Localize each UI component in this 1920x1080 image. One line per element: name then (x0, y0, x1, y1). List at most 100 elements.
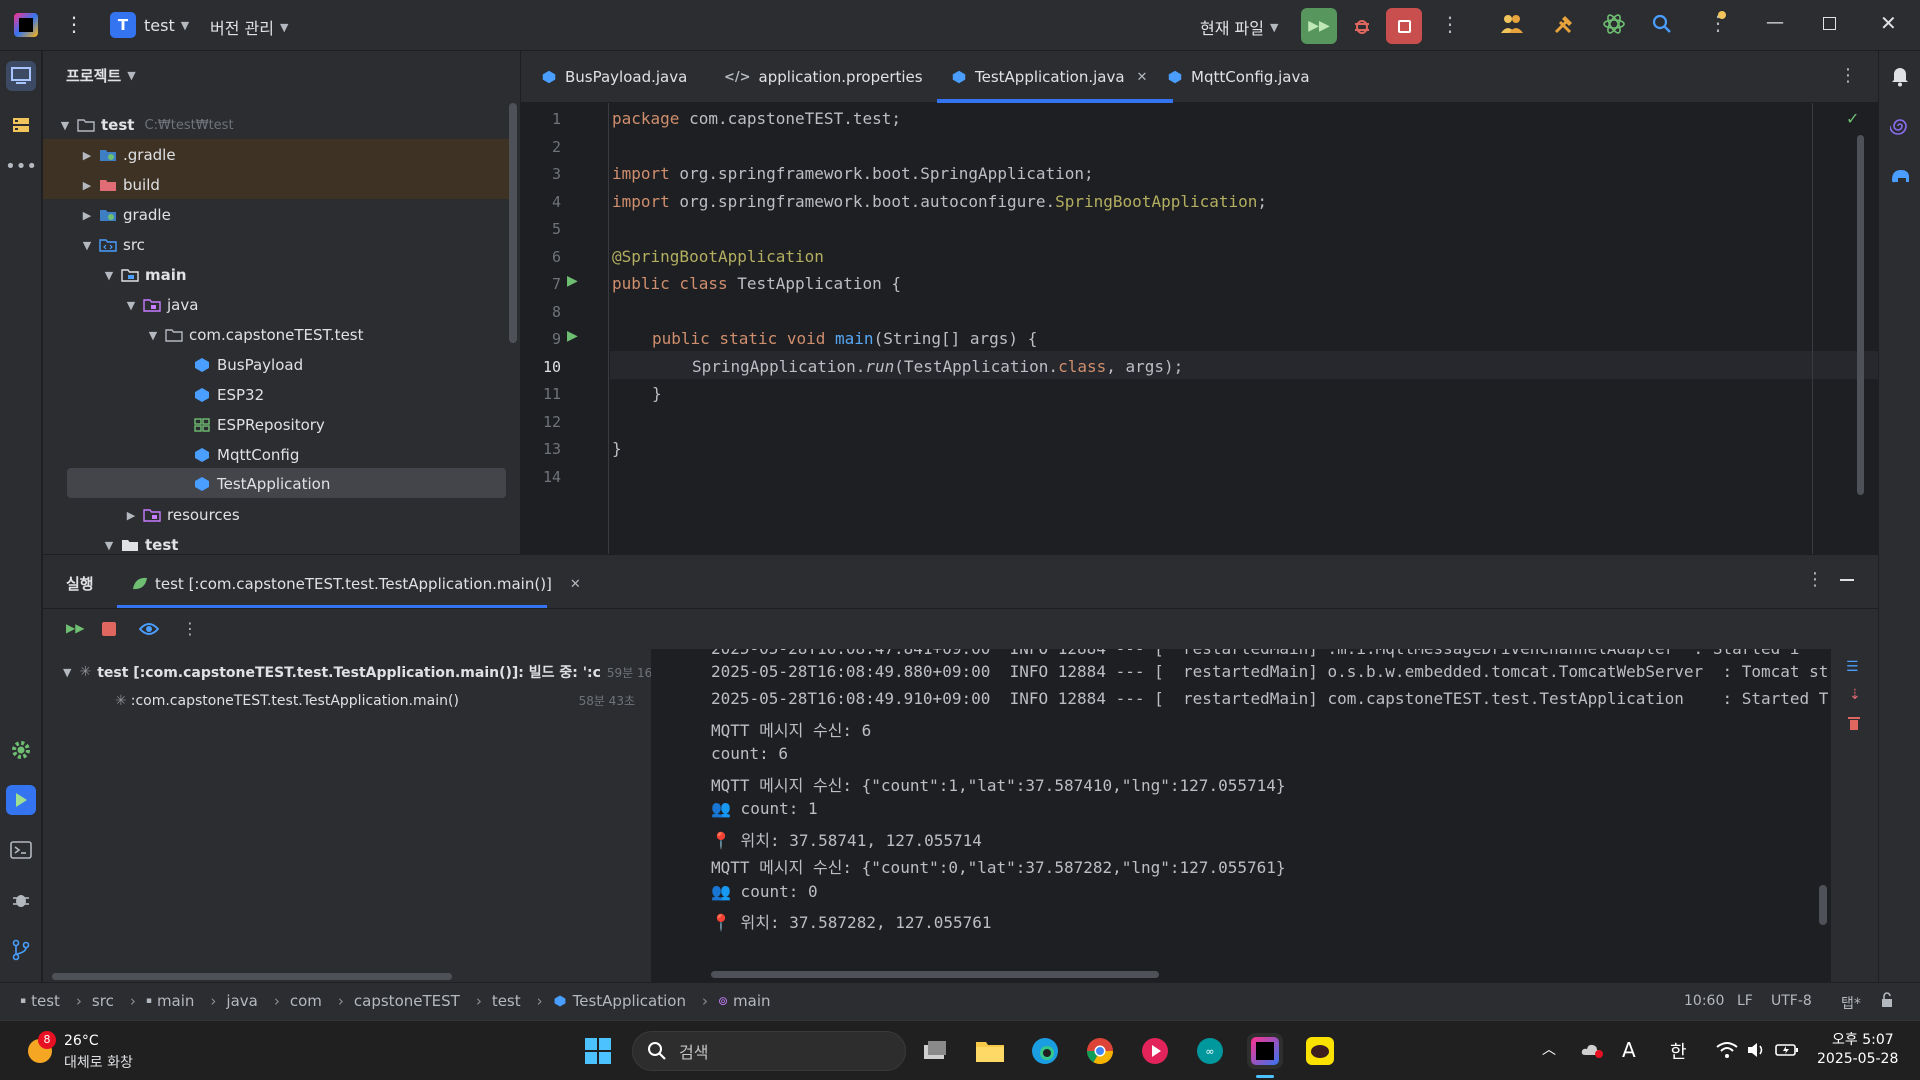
breadcrumb-item[interactable]: capstoneTEST (354, 992, 460, 1010)
edge-browser-button[interactable] (1027, 1033, 1063, 1069)
close-tab-icon[interactable]: ✕ (1137, 70, 1148, 85)
debug-button[interactable] (1344, 8, 1380, 44)
close-window-button[interactable]: ✕ (1880, 11, 1897, 35)
run-more-icon[interactable]: ⋮ (182, 619, 198, 638)
structure-tool-button[interactable] (6, 110, 36, 140)
tree-item-buspayload[interactable]: BusPayload (193, 350, 303, 380)
onedrive-icon[interactable] (1580, 1041, 1604, 1063)
file-explorer-button[interactable] (972, 1033, 1008, 1069)
build-tools-icon[interactable] (1553, 13, 1575, 39)
editor-scrollbar[interactable] (1857, 135, 1864, 495)
ai-assistant-icon[interactable] (1602, 12, 1626, 40)
wifi-icon[interactable] (1716, 1041, 1738, 1063)
run-tree-scrollbar[interactable] (52, 973, 452, 980)
ime-mode-han[interactable]: 한 (1670, 1038, 1687, 1064)
stop-button[interactable] (1386, 8, 1422, 44)
project-tool-button[interactable] (6, 61, 36, 91)
tab-options-icon[interactable]: ⋮ (1839, 65, 1857, 86)
tab-application-properties[interactable]: </> application.properties (724, 51, 923, 103)
chrome-button[interactable] (1082, 1033, 1118, 1069)
ai-chat-button[interactable] (1885, 111, 1915, 141)
git-tool-button[interactable] (6, 935, 36, 965)
battery-icon[interactable] (1775, 1042, 1799, 1062)
lock-icon[interactable] (1880, 992, 1894, 1012)
scroll-to-end-icon[interactable]: ⇣ (1849, 687, 1861, 703)
tree-item-package[interactable]: ▼ com.capstoneTEST.test (145, 320, 364, 350)
taskbar-search[interactable]: 검색 (632, 1031, 906, 1071)
run-tool-button[interactable] (6, 785, 36, 815)
database-tool-button[interactable] (1885, 161, 1915, 191)
breadcrumb-item[interactable]: ⊚ main (718, 992, 771, 1010)
indent-setting[interactable]: 탭* (1841, 993, 1861, 1013)
rerun-failed-button[interactable]: ▶▶ (66, 621, 84, 635)
clock-time[interactable]: 오후 5:07 (1832, 1029, 1894, 1049)
tree-item-testapplication[interactable]: TestApplication (193, 469, 330, 499)
clock-date[interactable]: 2025-05-28 (1817, 1051, 1898, 1067)
run-config-selector[interactable]: 현재 파일 ▼ (1200, 15, 1278, 39)
tree-item-esprepository[interactable]: ESPRepository (193, 410, 325, 440)
run-tab[interactable]: test [:com.capstoneTEST.test.TestApplica… (131, 565, 581, 603)
main-menu-icon[interactable]: ⋮ (64, 12, 84, 36)
tab-buspayload[interactable]: BusPayload.java (541, 51, 687, 103)
breadcrumb-item[interactable]: ▪ test (20, 992, 60, 1010)
clear-console-icon[interactable] (1847, 715, 1861, 735)
console-v-scrollbar[interactable] (1819, 885, 1827, 925)
code-with-me-icon[interactable] (1500, 13, 1524, 39)
breadcrumb-item[interactable]: TestApplication (553, 992, 686, 1010)
code-area[interactable]: package com.capstoneTEST.test; import or… (521, 103, 1878, 554)
project-selector[interactable]: T test ▼ (110, 12, 189, 38)
file-encoding[interactable]: UTF-8 (1771, 993, 1812, 1009)
search-icon[interactable] (1652, 14, 1672, 38)
minimize-button[interactable]: — (1766, 12, 1784, 33)
kakaotalk-button[interactable] (1302, 1033, 1338, 1069)
more-actions-icon[interactable]: ⋮ (1440, 12, 1460, 36)
tree-item-src[interactable]: ▼ src (79, 230, 145, 260)
tree-item-java[interactable]: ▼ java (123, 290, 199, 320)
breadcrumb-item[interactable]: src (92, 992, 114, 1010)
problems-tool-button[interactable] (6, 885, 36, 915)
intellij-button[interactable] (1247, 1033, 1283, 1069)
weather-widget[interactable]: 8 26°C 대체로 화창 (24, 1031, 224, 1071)
run-tree-item[interactable]: ▼ ✳ test [:com.capstoneTEST.test.TestApp… (63, 662, 663, 682)
ide-logo-icon[interactable] (14, 13, 38, 37)
services-tool-button[interactable] (6, 735, 36, 765)
run-options-icon[interactable]: ⋮ (1806, 569, 1824, 590)
tree-item-esp32[interactable]: ESP32 (193, 380, 264, 410)
ime-mode-a[interactable]: A (1622, 1038, 1636, 1062)
tab-mqttconfig[interactable]: MqttConfig.java (1167, 51, 1310, 103)
toggle-view-icon[interactable] (138, 621, 160, 641)
show-hidden-icons-button[interactable]: ︿ (1542, 1039, 1556, 1059)
tree-root[interactable]: ▼ test C:₩test₩test (57, 110, 234, 140)
console-h-scrollbar[interactable] (711, 971, 1159, 978)
arduino-button[interactable]: ∞ (1192, 1033, 1228, 1069)
hide-panel-icon[interactable] (1840, 579, 1854, 581)
tree-item-gradle-hidden[interactable]: ▶ .gradle (79, 140, 176, 170)
tree-item-mqttconfig[interactable]: MqttConfig (193, 440, 299, 470)
notifications-button[interactable] (1885, 61, 1915, 91)
restore-button[interactable] (1823, 17, 1836, 30)
no-problems-icon[interactable]: ✓ (1846, 109, 1859, 128)
line-separator[interactable]: LF (1737, 993, 1753, 1009)
caret-position[interactable]: 10:60 (1684, 993, 1724, 1009)
media-player-button[interactable] (1137, 1033, 1173, 1069)
breadcrumb-item[interactable]: test (492, 992, 521, 1010)
tab-testapplication[interactable]: TestApplication.java ✕ (951, 51, 1147, 103)
breadcrumb-item[interactable]: ▪ main (146, 992, 195, 1010)
rerun-button[interactable]: ▶▶ (1301, 8, 1337, 44)
vcs-menu[interactable]: 버전 관리 ▼ (210, 15, 288, 39)
volume-icon[interactable] (1746, 1041, 1766, 1063)
project-scrollbar[interactable] (509, 103, 517, 343)
breadcrumb-item[interactable]: com (290, 992, 322, 1010)
project-panel-header[interactable]: 프로젝트 ▼ (66, 65, 136, 86)
more-tools-button[interactable]: ••• (5, 151, 37, 181)
tree-item-main[interactable]: ▼ main (101, 260, 187, 290)
settings-menu-icon[interactable]: ⋮ (1708, 11, 1728, 35)
soft-wrap-icon[interactable]: ☰ (1846, 659, 1859, 675)
run-tree-item[interactable]: ✳ :com.capstoneTEST.test.TestApplication… (115, 692, 635, 709)
terminal-tool-button[interactable] (6, 835, 36, 865)
console-output[interactable]: 2025-05-28T16:08:47.841+09:00 INFO 12884… (651, 649, 1878, 983)
tree-item-gradle[interactable]: ▶ gradle (79, 200, 171, 230)
start-button[interactable] (580, 1033, 616, 1069)
tree-item-build[interactable]: ▶ build (79, 170, 160, 200)
close-tab-icon[interactable]: ✕ (570, 577, 581, 592)
